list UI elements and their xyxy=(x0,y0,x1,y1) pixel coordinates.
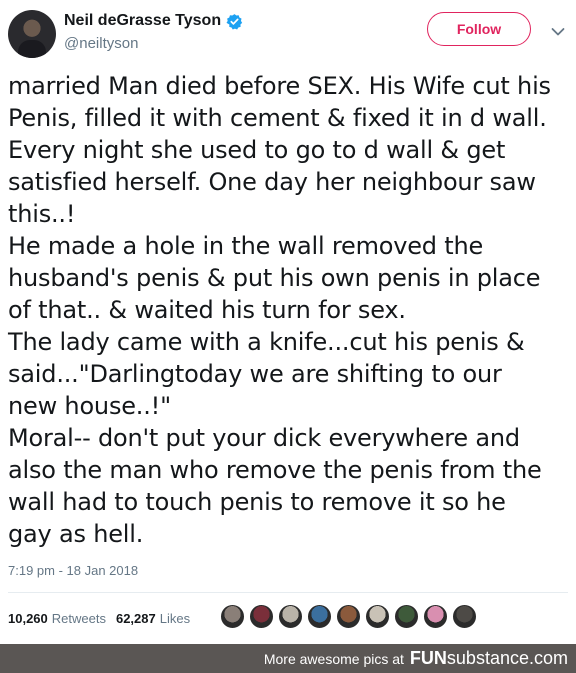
liker-avatars xyxy=(220,604,477,630)
chevron-down-icon[interactable] xyxy=(551,24,565,36)
tweet-text-line: husband's penis & put his own penis in p… xyxy=(8,264,541,292)
watermark-footer: More awesome pics at FUNsubstance.com xyxy=(0,644,576,673)
likes-count[interactable]: 62,287 xyxy=(116,611,156,626)
footer-brand-suffix: .com xyxy=(528,648,568,668)
tweet-text-line: Every night she used to go to d wall & g… xyxy=(8,136,506,164)
tweet-text-line: also the man who remove the penis from t… xyxy=(8,456,542,484)
liker-avatar[interactable] xyxy=(423,604,448,629)
tweet-text-line: satisfied herself. One day her neighbour… xyxy=(8,168,536,196)
tweet-text-line: said..."Darlingtoday we are shifting to … xyxy=(8,360,502,388)
liker-avatar[interactable] xyxy=(394,604,419,629)
tweet-text-line: The lady came with a knife...cut his pen… xyxy=(8,328,525,356)
verified-badge-icon xyxy=(226,13,243,30)
footer-text: More awesome pics at xyxy=(263,650,404,667)
tweet-text-line: married Man died before SEX. His Wife cu… xyxy=(8,72,551,100)
tweet-text-line: gay as hell. xyxy=(8,520,144,548)
tweet-text-line: wall had to touch penis to remove it so … xyxy=(8,488,506,516)
likes-label[interactable]: Likes xyxy=(160,611,190,626)
follow-button[interactable]: Follow xyxy=(427,12,531,46)
tweet-text-line: Penis, filled it with cement & fixed it … xyxy=(8,104,547,132)
liker-avatar[interactable] xyxy=(452,604,477,629)
retweets-count[interactable]: 10,260 xyxy=(8,611,48,626)
tweet-timestamp[interactable]: 7:19 pm - 18 Jan 2018 xyxy=(8,563,138,578)
tweet-card: Neil deGrasse Tyson @neiltyson Follow ma… xyxy=(0,0,576,644)
tweet-text-line: Moral-- don't put your dick everywhere a… xyxy=(8,424,520,452)
display-name[interactable]: Neil deGrasse Tyson xyxy=(64,12,221,30)
liker-avatar[interactable] xyxy=(336,604,361,629)
user-info: Neil deGrasse Tyson @neiltyson xyxy=(64,10,243,52)
liker-avatar[interactable] xyxy=(220,604,245,629)
footer-brand-thin: substance xyxy=(446,648,529,668)
footer-brand-bold: FUN xyxy=(409,648,447,668)
tweet-text-line: this..! xyxy=(8,200,76,228)
tweet-text-line: He made a hole in the wall removed the xyxy=(8,232,484,260)
tweet-text-line: of that.. & waited his turn for sex. xyxy=(8,296,406,324)
liker-avatar[interactable] xyxy=(365,604,390,629)
user-handle[interactable]: @neiltyson xyxy=(64,35,243,52)
avatar[interactable] xyxy=(8,10,56,58)
tweet-text-line: new house..!" xyxy=(8,392,171,420)
tweet-stats: 10,260 Retweets 62,287 Likes xyxy=(8,604,200,632)
tweet-header: Neil deGrasse Tyson @neiltyson Follow xyxy=(8,8,568,60)
tweet-text: married Man died before SEX. His Wife cu… xyxy=(8,70,570,550)
liker-avatar[interactable] xyxy=(278,604,303,629)
liker-avatar[interactable] xyxy=(249,604,274,629)
retweets-label[interactable]: Retweets xyxy=(52,611,106,626)
footer-brand[interactable]: FUNsubstance.com xyxy=(410,648,568,669)
divider xyxy=(8,592,568,593)
liker-avatar[interactable] xyxy=(307,604,332,629)
